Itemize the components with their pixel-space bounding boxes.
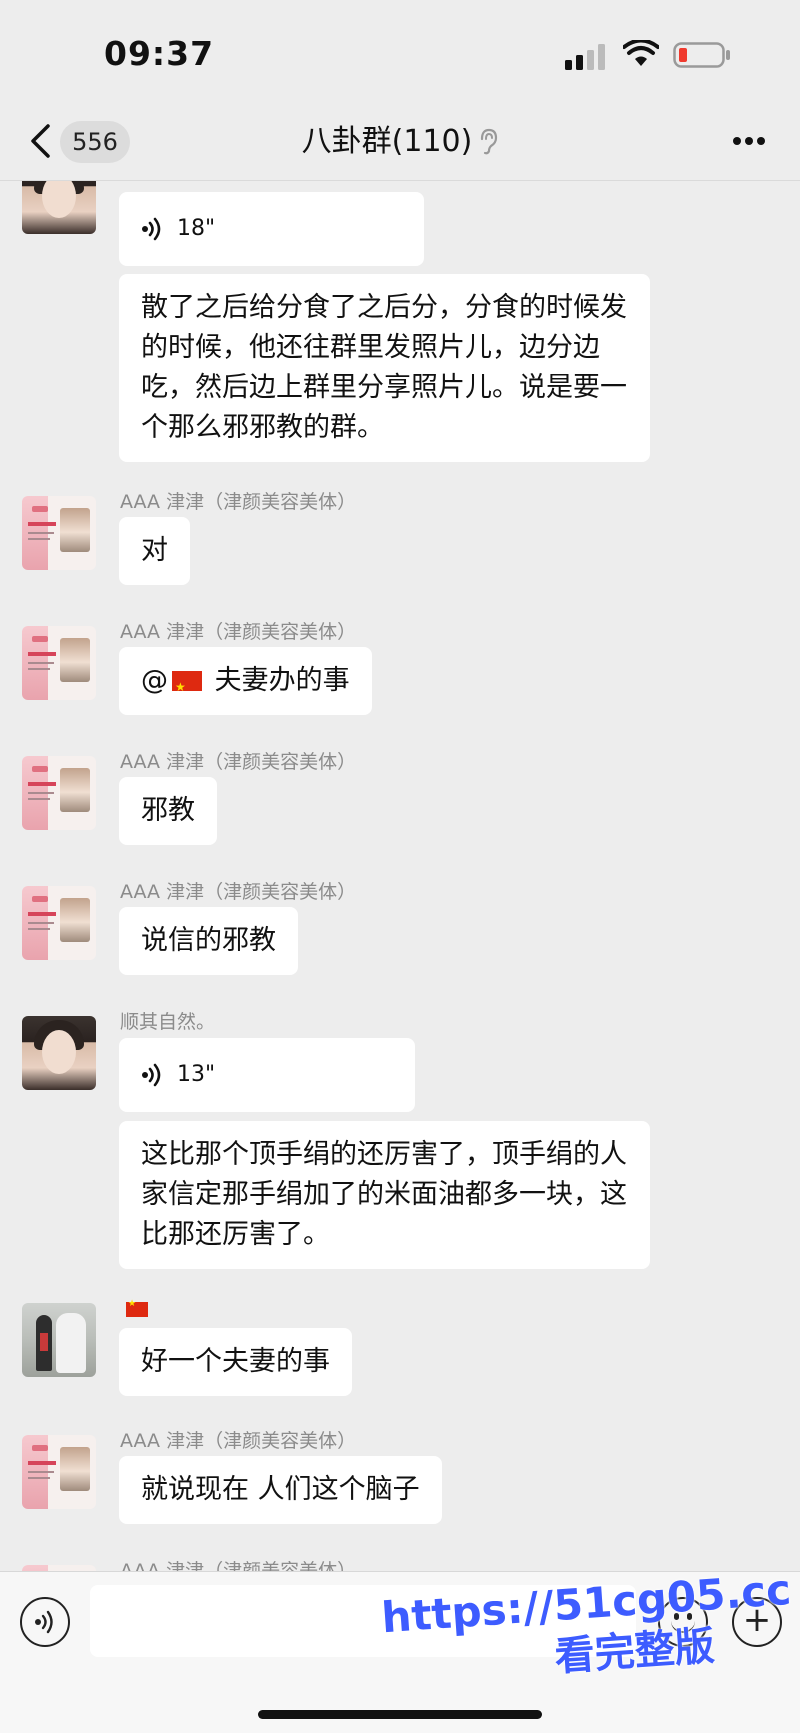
text-message[interactable]: 就说现在 人们这个脑子 bbox=[119, 1456, 442, 1524]
battery-low-icon bbox=[673, 42, 730, 68]
china-flag-icon bbox=[172, 667, 202, 707]
text-message[interactable]: 对 bbox=[119, 517, 190, 585]
more-options-icon[interactable] bbox=[732, 135, 766, 147]
sender-name: AAA 津津（津颜美容美体） bbox=[120, 491, 357, 513]
sender-name: AAA 津津（津颜美容美体） bbox=[120, 881, 357, 903]
text-message[interactable]: 好一个夫妻的事 bbox=[119, 1328, 352, 1396]
avatar[interactable] bbox=[22, 886, 96, 960]
text-message[interactable]: 散了之后给分食了之后分，分食的时候发的时候，他还往群里发照片儿，边分边吃，然后边… bbox=[119, 274, 650, 462]
voice-message[interactable]: 13" bbox=[119, 1038, 415, 1112]
text-message[interactable]: 邪教 bbox=[119, 777, 217, 845]
text-message[interactable]: 说信的邪教 bbox=[119, 907, 298, 975]
add-attachment-button[interactable]: + bbox=[732, 1597, 782, 1647]
sender-name: AAA 津津（津颜美容美体） bbox=[120, 621, 357, 643]
smiley-icon bbox=[674, 1613, 679, 1620]
chat-message-list[interactable]: 18" 散了之后给分食了之后分，分食的时候发的时候，他还往群里发照片儿，边分边吃… bbox=[0, 181, 800, 1571]
sender-name: AAA 津津（津颜美容美体） bbox=[120, 1430, 357, 1452]
chat-title: 八卦群(110) bbox=[301, 124, 473, 159]
chat-header: 556 八卦群(110) bbox=[0, 105, 800, 181]
emoji-button[interactable] bbox=[658, 1597, 708, 1647]
avatar[interactable] bbox=[22, 1303, 96, 1377]
avatar[interactable] bbox=[22, 1016, 96, 1090]
wifi-icon bbox=[623, 40, 659, 66]
voice-duration: 18" bbox=[177, 216, 216, 241]
status-time: 09:37 bbox=[104, 34, 215, 73]
voice-wave-icon bbox=[35, 1610, 53, 1634]
cellular-signal-icon bbox=[565, 44, 605, 70]
avatar[interactable] bbox=[22, 1435, 96, 1509]
sender-name: 顺其自然。 bbox=[120, 1011, 216, 1033]
avatar[interactable] bbox=[22, 496, 96, 570]
message-input[interactable] bbox=[90, 1585, 636, 1657]
avatar[interactable] bbox=[22, 756, 96, 830]
voice-message[interactable]: 18" bbox=[119, 192, 424, 266]
china-flag-icon bbox=[126, 1299, 148, 1317]
status-bar: 09:37 bbox=[0, 0, 800, 105]
avatar[interactable] bbox=[22, 181, 96, 234]
sender-name: AAA 津津（津颜美容美体） bbox=[120, 1560, 357, 1571]
sender-name: AAA 津津（津颜美容美体） bbox=[120, 751, 357, 773]
voice-input-button[interactable] bbox=[20, 1597, 70, 1647]
ear-icon bbox=[481, 128, 498, 155]
voice-wave-icon bbox=[142, 1063, 161, 1087]
chat-title-wrap: 八卦群(110) bbox=[0, 121, 800, 163]
text-message[interactable]: 这比那个顶手绢的还厉害了，顶手绢的人家信定那手绢加了的米面油都多一块，这比那还厉… bbox=[119, 1121, 650, 1269]
home-indicator bbox=[258, 1710, 542, 1719]
avatar[interactable] bbox=[22, 626, 96, 700]
plus-icon: + bbox=[742, 1600, 772, 1640]
input-bar: + bbox=[0, 1571, 800, 1733]
voice-duration: 13" bbox=[177, 1062, 216, 1087]
voice-wave-icon bbox=[142, 217, 161, 241]
message-text: 夫妻办的事 bbox=[214, 665, 350, 696]
mention-symbol: @ bbox=[141, 665, 168, 696]
text-message[interactable]: @ 夫妻办的事 bbox=[119, 647, 372, 715]
